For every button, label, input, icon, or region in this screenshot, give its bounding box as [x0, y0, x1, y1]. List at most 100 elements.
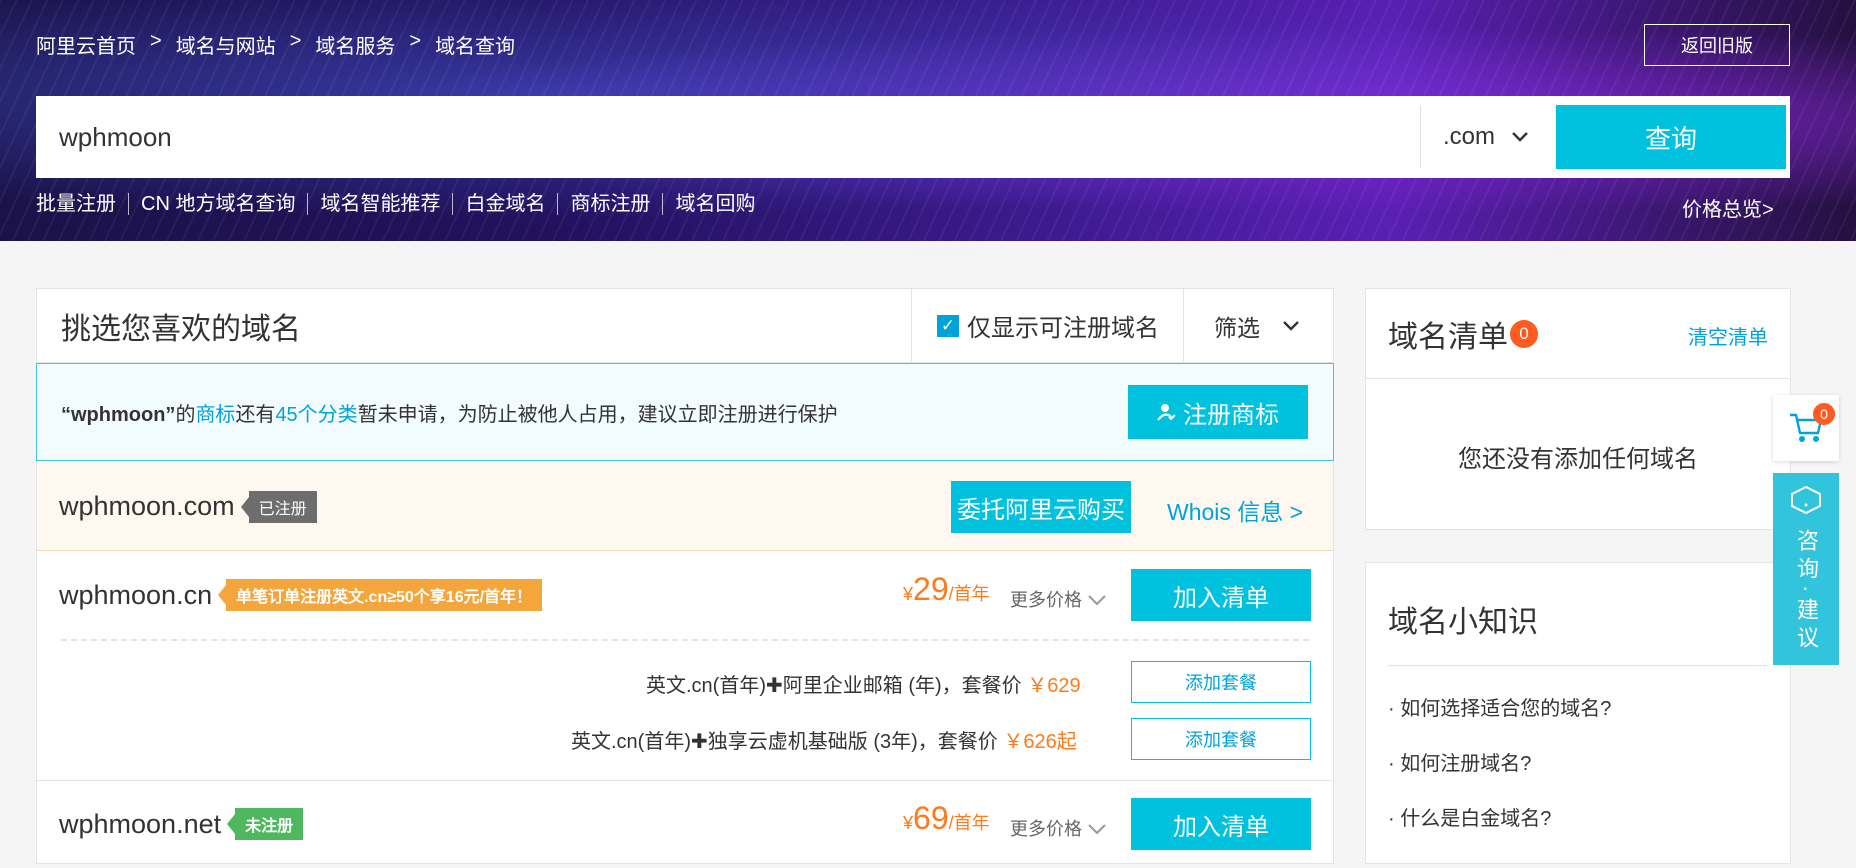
divider [61, 639, 1309, 641]
divider [1388, 665, 1768, 666]
entrust-purchase-button[interactable]: 委托阿里云购买 [951, 481, 1131, 533]
breadcrumb: 阿里云首页 > 域名与网站 > 域名服务 > 域名查询 [36, 30, 515, 59]
categories-link[interactable]: 45个分类 [275, 404, 357, 426]
tip-link[interactable]: · 如何注册域名? [1366, 747, 1790, 776]
empty-list-message: 您还没有添加任何域名 [1458, 446, 1698, 473]
price-value: 69 [913, 800, 949, 836]
status-badge: 未注册 [235, 808, 304, 840]
domain-name: wphmoon.cn [59, 579, 213, 610]
notice-text: 暂未申请，为防止被他人占用，建议立即注册进行保护 [357, 403, 838, 426]
add-to-list-button[interactable]: 加入清单 [1131, 798, 1311, 850]
register-trademark-label: 注册商标 [1183, 401, 1279, 429]
package-text: 独享云虚机基础版 (3年)，套餐价 [707, 731, 998, 753]
price-value: 29 [913, 571, 949, 607]
suffix-value: .com [1443, 123, 1496, 150]
plus-icon: ✚ [766, 675, 783, 697]
package-offer: 英文.cn(首年)✚独享云虚机基础版 (3年)，套餐价 ￥626起 [571, 725, 1077, 754]
domain-name: wphmoon.com [59, 491, 235, 521]
breadcrumb-home[interactable]: 阿里云首页 [36, 30, 136, 59]
clear-list-link[interactable]: 清空清单 [1688, 321, 1768, 350]
breadcrumb-domain-service[interactable]: 域名服务 [315, 30, 395, 59]
trademark-link[interactable]: 商标 [195, 404, 235, 426]
package-text: 英文.cn(首年) [571, 731, 691, 753]
old-version-button[interactable]: 返回旧版 [1644, 24, 1790, 66]
add-package-button[interactable]: 添加套餐 [1131, 661, 1311, 703]
domain-list-title: 域名清单 [1388, 320, 1508, 354]
link-platinum[interactable]: 白金域名 [452, 193, 557, 215]
filter-dropdown[interactable]: 筛选 [1183, 288, 1333, 363]
query-button[interactable]: 查询 [1556, 105, 1786, 169]
knowledge-title: 域名小知识 [1388, 606, 1538, 639]
hexagon-icon [1791, 485, 1821, 515]
link-bulk-register[interactable]: 批量注册 [36, 193, 128, 215]
breadcrumb-separator: > [150, 30, 162, 52]
domain-list-panel: 域名清单 0 清空清单 您还没有添加任何域名 [1365, 288, 1791, 530]
domain-row-cn: wphmoon.cn 单笔订单注册英文.cn≥50个享16元/首年！ ¥29/首… [37, 551, 1333, 639]
knowledge-panel: 域名小知识 · 如何选择适合您的域名? · 如何注册域名? · 什么是白金域名? [1365, 562, 1791, 864]
tip-link[interactable]: · 如何选择适合您的域名? [1366, 692, 1790, 721]
domain-row-net: wphmoon.net 未注册 ¥69/首年 更多价格 加入清单 [37, 780, 1333, 868]
domain-results-panel: 挑选您喜欢的域名 ✓ 仅显示可注册域名 筛选 “wphmoon”的商标还有45个… [36, 288, 1334, 864]
filter-label: 筛选 [1214, 314, 1260, 341]
register-trademark-button[interactable]: 注册商标 [1128, 385, 1308, 439]
currency: ¥ [903, 584, 914, 604]
count-badge: 0 [1510, 319, 1538, 348]
chevron-down-icon [1512, 132, 1528, 142]
status-badge: 已注册 [248, 490, 317, 523]
whois-link[interactable]: Whois 信息 > [1167, 493, 1303, 527]
notice-text: 的 [175, 403, 196, 426]
breadcrumb-domains-sites[interactable]: 域名与网站 [176, 30, 276, 59]
currency: ¥ [903, 813, 914, 833]
chevron-down-icon [1283, 320, 1299, 331]
more-price-label: 更多价格 [1010, 819, 1082, 839]
checkbox-checked-icon[interactable]: ✓ [937, 314, 959, 337]
breadcrumb-domain-query: 域名查询 [435, 36, 516, 58]
more-price-label: 更多价格 [1010, 590, 1082, 610]
price-overview-link[interactable]: 价格总览> [1682, 193, 1774, 222]
panel-title: 挑选您喜欢的域名 [61, 312, 301, 346]
chevron-down-icon [1088, 824, 1106, 835]
only-available-label: 仅显示可注册域名 [967, 315, 1159, 342]
tip-link[interactable]: · 什么是白金域名? [1366, 802, 1790, 831]
notice-domain: “wphmoon” [61, 403, 176, 426]
hero-banner: 阿里云首页 > 域名与网站 > 域名服务 > 域名查询 返回旧版 .com 查询… [0, 0, 1856, 241]
promo-badge: 单笔订单注册英文.cn≥50个享16元/首年！ [226, 579, 543, 611]
package-price: ￥629 [1027, 675, 1081, 697]
chevron-down-icon [1088, 595, 1106, 606]
search-box: .com 查询 [36, 96, 1790, 178]
link-buyback[interactable]: 域名回购 [662, 193, 767, 215]
plus-icon: ✚ [691, 731, 708, 753]
only-available-toggle[interactable]: ✓ 仅显示可注册域名 [911, 288, 1183, 363]
link-cn-local[interactable]: CN 地方域名查询 [128, 193, 307, 215]
package-price: ￥626起 [1003, 731, 1077, 753]
package-text: 阿里企业邮箱 (年)，套餐价 [782, 675, 1022, 697]
more-price-toggle[interactable]: 更多价格 [1010, 586, 1107, 612]
user-check-icon [1157, 404, 1176, 421]
breadcrumb-separator: > [409, 30, 422, 52]
link-smart-recommend[interactable]: 域名智能推荐 [307, 193, 452, 215]
domain-list-header: 域名清单 0 清空清单 [1366, 289, 1790, 379]
price-unit: /首年 [948, 584, 990, 604]
domain-name: wphmoon.net [59, 808, 222, 839]
floating-consult-button[interactable]: 咨询·建议 [1773, 473, 1839, 665]
price-unit: /首年 [948, 813, 990, 833]
add-package-button[interactable]: 添加套餐 [1131, 718, 1311, 760]
floating-cart-button[interactable]: 0 [1773, 395, 1839, 461]
package-text: 英文.cn(首年) [646, 675, 766, 697]
add-to-list-button[interactable]: 加入清单 [1131, 569, 1311, 621]
panel-header: 挑选您喜欢的域名 ✓ 仅显示可注册域名 筛选 [37, 288, 1333, 363]
more-price-toggle[interactable]: 更多价格 [1010, 815, 1107, 841]
breadcrumb-separator: > [289, 30, 302, 52]
quick-links: 批量注册 CN 地方域名查询 域名智能推荐 白金域名 商标注册 域名回购 [36, 193, 767, 215]
suffix-select[interactable]: .com [1420, 106, 1552, 168]
consult-label: 咨询·建议 [1794, 529, 1819, 655]
package-offer: 英文.cn(首年)✚阿里企业邮箱 (年)，套餐价 ￥629 [646, 669, 1081, 698]
domain-row-registered: wphmoon.com 已注册 委托阿里云购买 Whois 信息 > [37, 463, 1333, 551]
trademark-notice: “wphmoon”的商标还有45个分类暂未申请，为防止被他人占用，建议立即注册进… [36, 363, 1334, 461]
link-trademark[interactable]: 商标注册 [557, 193, 662, 215]
notice-text: 还有 [235, 403, 276, 426]
price: ¥29/首年 [903, 571, 990, 608]
domain-search-input[interactable] [36, 96, 1420, 178]
price: ¥69/首年 [903, 800, 990, 837]
cart-count-badge: 0 [1813, 403, 1835, 425]
